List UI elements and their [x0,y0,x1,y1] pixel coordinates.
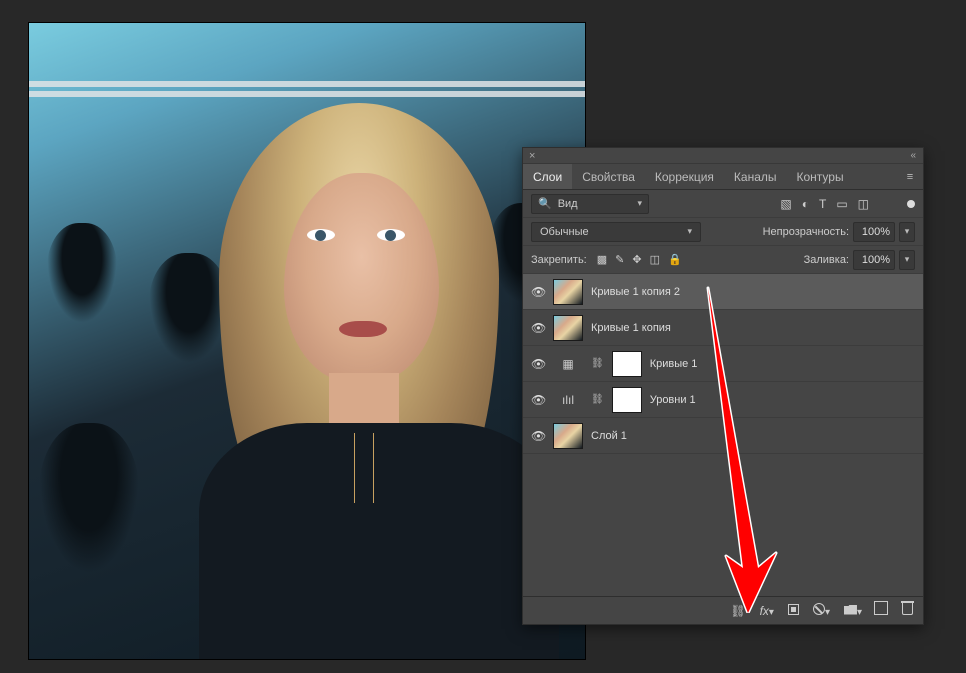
fill-stepper[interactable]: ▾ [899,250,915,270]
shape-filter-icon[interactable]: ▭ [836,197,847,211]
layer-row[interactable]: 👁 ▦ ⛓ Кривые 1 [523,346,923,382]
tab-adjustments[interactable]: Коррекция [645,164,724,189]
lock-transparent-icon[interactable]: ▩ [597,253,607,266]
adjustment-filter-icon[interactable]: ◐ [802,197,809,211]
mask-thumbnail[interactable] [612,387,642,413]
layer-name[interactable]: Уровни 1 [650,394,696,406]
adjustment-layer-button[interactable]: ▾ [813,603,830,618]
tab-layers[interactable]: Слои [523,164,572,189]
panel-tabs: Слои Свойства Коррекция Каналы Контуры ≡ [523,164,923,190]
layer-row[interactable]: 👁 Кривые 1 копия [523,310,923,346]
filter-type-select[interactable]: 🔍 Вид ▾ [531,194,649,214]
opacity-stepper[interactable]: ▾ [899,222,915,242]
layer-list: 👁 Кривые 1 копия 2 👁 Кривые 1 копия 👁 ▦ … [523,274,923,596]
opacity-label: Непрозрачность: [763,226,849,238]
link-layers-button[interactable]: ⛓ [730,604,745,618]
blend-mode-label: Обычные [540,226,589,238]
lock-artboard-icon[interactable]: ◫ [650,253,660,266]
layer-name[interactable]: Кривые 1 [650,358,698,370]
fill-input[interactable] [853,250,895,270]
panel-menu-button[interactable]: ≡ [897,164,923,189]
panel-collapse-button[interactable]: « [910,150,917,161]
layers-panel-footer: ⛓ fx▾ ▾ ▾ [523,596,923,624]
fill-label: Заливка: [804,254,849,266]
visibility-toggle[interactable]: 👁 [531,393,545,407]
blend-mode-select[interactable]: Обычные ▾ [531,222,701,242]
layer-row[interactable]: 👁 Кривые 1 копия 2 [523,274,923,310]
layer-row[interactable]: 👁 Слой 1 [523,418,923,454]
lock-position-icon[interactable]: ✥ [632,253,641,266]
tab-paths[interactable]: Контуры [787,164,854,189]
image-filter-icon[interactable]: ▧ [780,197,791,211]
visibility-toggle[interactable]: 👁 [531,285,545,299]
link-icon: ⛓ [591,358,604,369]
panel-close-button[interactable]: × [529,150,535,162]
search-icon: 🔍 [538,197,552,210]
lock-label: Закрепить: [531,254,587,266]
visibility-toggle[interactable]: 👁 [531,357,545,371]
layer-thumbnail[interactable] [553,279,583,305]
layer-row[interactable]: 👁 ılıl ⛓ Уровни 1 [523,382,923,418]
filter-toggle[interactable] [907,200,915,208]
layer-name[interactable]: Кривые 1 копия 2 [591,286,680,298]
visibility-toggle[interactable]: 👁 [531,429,545,443]
layer-thumbnail[interactable] [553,423,583,449]
layer-thumbnail[interactable] [553,315,583,341]
text-filter-icon[interactable]: T [819,197,826,211]
lock-pixels-icon[interactable]: ✎ [615,253,624,266]
add-mask-button[interactable] [788,604,799,618]
chevron-down-icon: ▾ [687,226,692,237]
layer-name[interactable]: Кривые 1 копия [591,322,671,334]
layers-panel: × « Слои Свойства Коррекция Каналы Конту… [522,147,924,625]
new-layer-button[interactable] [876,603,888,618]
opacity-input[interactable] [853,222,895,242]
tab-channels[interactable]: Каналы [724,164,787,189]
link-icon: ⛓ [591,394,604,405]
lock-all-icon[interactable]: 🔒 [668,253,682,266]
smart-filter-icon[interactable]: ◫ [858,197,869,211]
group-layers-button[interactable]: ▾ [844,604,862,618]
visibility-toggle[interactable]: 👁 [531,321,545,335]
mask-thumbnail[interactable] [612,351,642,377]
levels-icon: ılıl [553,387,583,413]
filter-type-label: Вид [558,198,578,210]
canvas-image[interactable] [28,22,586,660]
layer-name[interactable]: Слой 1 [591,430,627,442]
delete-layer-button[interactable] [902,603,913,618]
curves-icon: ▦ [553,351,583,377]
chevron-down-icon: ▾ [637,198,642,209]
tab-properties[interactable]: Свойства [572,164,645,189]
layer-fx-button[interactable]: fx▾ [760,604,774,618]
